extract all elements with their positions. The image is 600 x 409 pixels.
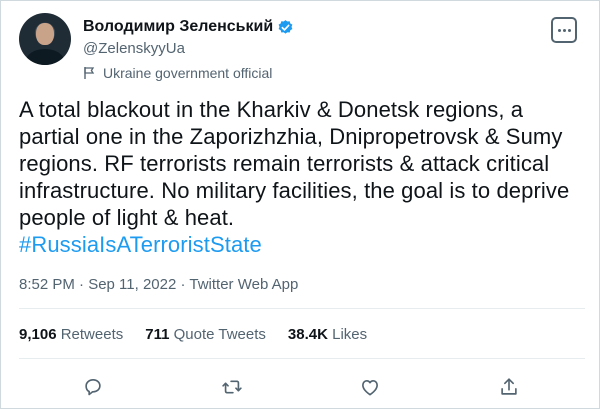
flag-icon [83,66,97,80]
quotes-label: Quote Tweets [173,326,266,343]
action-bar [81,373,521,401]
tweet-text: A total blackout in the Kharkiv & Donets… [19,97,570,230]
reply-icon[interactable] [81,375,105,399]
likes-count: 38.4K [287,326,328,343]
avatar-face [36,23,54,45]
divider [19,358,585,359]
affiliation-text: Ukraine government official [103,65,273,81]
avatar[interactable] [19,13,71,65]
retweets-count: 9,106 [19,326,57,343]
verified-badge-icon [277,19,294,36]
retweets-label: Retweets [60,326,124,343]
tweet-card: Володимир Зеленський @ZelenskyyUa Ukrain [0,0,600,409]
quotes-stat[interactable]: 711 Quote Tweets [145,326,266,343]
likes-label: Likes [332,326,368,343]
share-icon[interactable] [497,375,521,399]
author-handle[interactable]: @ZelenskyyUa [83,40,585,60]
tweet-timestamp[interactable]: 8:52 PM · Sep 11, 2022 · Twitter Web App [19,276,298,293]
tweet-body: A total blackout in the Kharkiv & Donets… [19,96,585,258]
engagement-stats: 9,106 Retweets 711 Quote Tweets 38.4K Li… [19,326,389,343]
author-identity: Володимир Зеленський @ZelenskyyUa Ukrain [83,13,585,81]
hashtag-link[interactable]: #RussiaIsATerroristState [19,232,262,257]
divider [19,308,585,309]
retweet-icon[interactable] [220,375,244,399]
like-icon[interactable] [358,375,382,399]
quotes-count: 711 [145,326,170,343]
name-row: Володимир Зеленський [83,16,585,38]
likes-stat[interactable]: 38.4K Likes [288,326,367,343]
more-options-icon[interactable] [551,17,577,43]
author-display-name[interactable]: Володимир Зеленський [83,18,273,36]
affiliation-label: Ukraine government official [83,65,585,81]
tweet-header: Володимир Зеленський @ZelenskyyUa Ukrain [19,13,585,81]
retweets-stat[interactable]: 9,106 Retweets [19,326,123,343]
